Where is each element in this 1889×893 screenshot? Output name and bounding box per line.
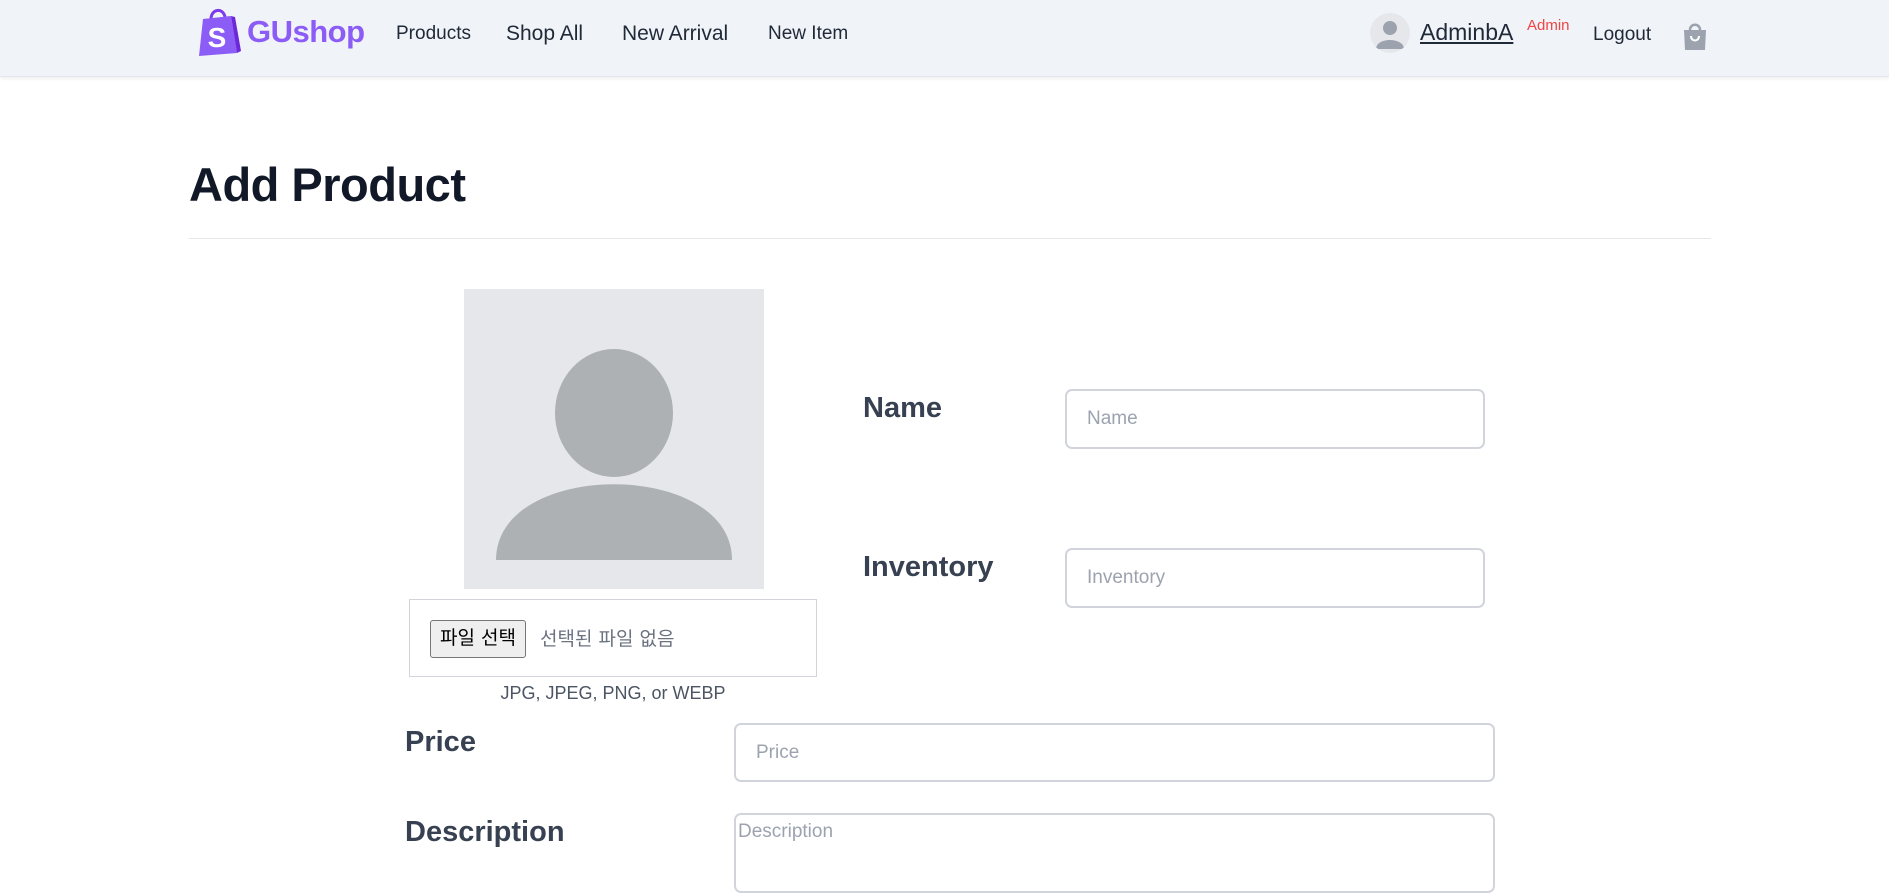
user-name-link[interactable]: AdminbA xyxy=(1420,19,1513,46)
product-image-preview xyxy=(464,289,764,589)
nav-link-products[interactable]: Products xyxy=(396,23,471,45)
nav-link-new-item[interactable]: New Item xyxy=(768,23,848,45)
choose-file-button[interactable]: 파일 선택 xyxy=(430,620,526,658)
file-status-text: 선택된 파일 없음 xyxy=(540,628,675,650)
file-upload-box: 파일 선택 선택된 파일 없음 xyxy=(409,599,817,677)
user-avatar-icon xyxy=(1376,21,1404,49)
svg-text:S: S xyxy=(208,22,227,53)
role-badge: Admin xyxy=(1527,17,1570,34)
page-title: Add Product xyxy=(189,158,466,211)
file-format-hint: JPG, JPEG, PNG, or WEBP xyxy=(500,683,726,703)
brand-logo[interactable]: S GUshop xyxy=(197,7,365,57)
name-label: Name xyxy=(863,392,942,424)
logout-link[interactable]: Logout xyxy=(1593,24,1651,46)
user-avatar[interactable] xyxy=(1370,13,1410,53)
price-input[interactable] xyxy=(734,723,1495,782)
nav-link-new-arrival[interactable]: New Arrival xyxy=(622,22,728,46)
title-divider xyxy=(189,238,1711,239)
price-label: Price xyxy=(405,726,476,758)
inventory-label: Inventory xyxy=(863,551,994,583)
top-navbar: S GUshop Products Shop All New Arrival N… xyxy=(0,0,1889,77)
shopping-bag-icon[interactable] xyxy=(1682,21,1708,51)
brand-name: GUshop xyxy=(247,14,365,49)
description-textarea[interactable] xyxy=(734,813,1495,893)
description-label: Description xyxy=(405,816,565,848)
inventory-input[interactable] xyxy=(1065,548,1485,608)
nav-link-shop-all[interactable]: Shop All xyxy=(506,22,583,46)
user-placeholder-icon xyxy=(496,349,732,560)
shopping-bag-logo-icon: S xyxy=(199,9,241,56)
name-input[interactable] xyxy=(1065,389,1485,449)
